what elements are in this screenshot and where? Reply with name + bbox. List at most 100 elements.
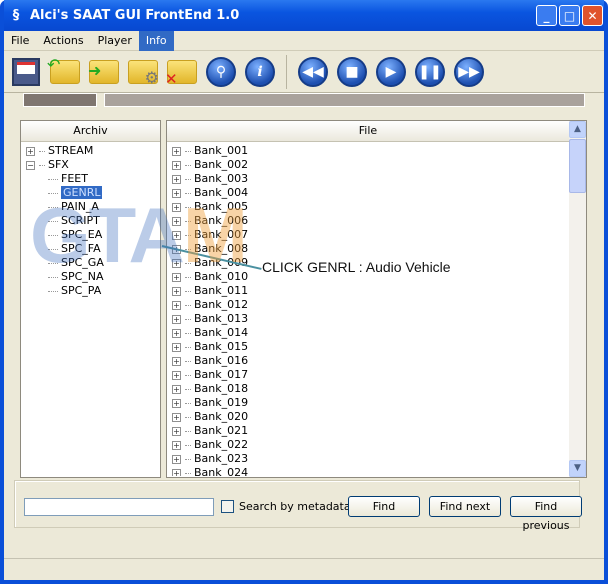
- save-button[interactable]: [9, 55, 43, 89]
- file-item[interactable]: + Bank_015: [172, 340, 586, 354]
- file-item[interactable]: + Bank_002: [172, 158, 586, 172]
- find-next-button[interactable]: Find next: [429, 496, 501, 517]
- expand-icon[interactable]: +: [172, 454, 181, 464]
- archive-item[interactable]: SPC_PA: [26, 284, 160, 298]
- file-item[interactable]: + Bank_001: [172, 144, 586, 158]
- expand-icon[interactable]: +: [172, 468, 181, 476]
- archive-item-label: SFX: [48, 158, 69, 171]
- file-item[interactable]: +Bank_008: [172, 242, 586, 256]
- file-item[interactable]: + Bank_013: [172, 312, 586, 326]
- file-item[interactable]: + Bank_004: [172, 186, 586, 200]
- archive-item-label: SCRIPT: [61, 214, 100, 227]
- archive-item[interactable]: SPC_EA: [26, 228, 160, 242]
- archive-item[interactable]: PAIN_A: [26, 200, 160, 214]
- expand-icon[interactable]: +: [26, 146, 35, 156]
- find-button[interactable]: Find: [348, 496, 420, 517]
- file-item[interactable]: + Bank_024: [172, 466, 586, 476]
- file-item[interactable]: + Bank_007: [172, 228, 586, 242]
- archive-item[interactable]: + STREAM: [26, 144, 160, 158]
- delete-button[interactable]: ✕: [165, 55, 199, 89]
- collapse-icon[interactable]: −: [26, 160, 35, 170]
- archive-item[interactable]: SCRIPT: [26, 214, 160, 228]
- file-item[interactable]: + Bank_006: [172, 214, 586, 228]
- archive-header[interactable]: Archiv: [21, 121, 160, 142]
- archive-item[interactable]: SPC_FA: [26, 242, 160, 256]
- open-button[interactable]: ↶: [47, 55, 82, 89]
- expand-icon[interactable]: +: [172, 328, 181, 338]
- expand-icon[interactable]: +: [172, 300, 181, 310]
- maximize-button[interactable]: □: [559, 5, 580, 26]
- expand-icon[interactable]: +: [172, 160, 181, 170]
- scroll-down-button[interactable]: ▼: [569, 460, 586, 477]
- expand-icon[interactable]: +: [172, 314, 181, 324]
- file-item-label: Bank_012: [194, 298, 249, 311]
- tree-line: [39, 150, 45, 152]
- file-item-label: Bank_001: [194, 144, 249, 157]
- expand-icon[interactable]: +: [172, 286, 181, 296]
- expand-icon[interactable]: +: [172, 188, 181, 198]
- close-button[interactable]: ✕: [582, 5, 603, 26]
- minimize-button[interactable]: _: [536, 5, 557, 26]
- expand-icon[interactable]: +: [172, 216, 181, 226]
- app-window: § Alci's SAAT GUI FrontEnd 1.0 _ □ ✕ Fil…: [0, 0, 608, 584]
- file-item-label: Bank_002: [194, 158, 249, 171]
- scroll-thumb[interactable]: [569, 139, 586, 193]
- rewind-button[interactable]: ◀◀: [296, 55, 330, 89]
- archive-item[interactable]: GENRL: [26, 186, 160, 200]
- menu-actions[interactable]: Actions: [36, 31, 90, 51]
- menu-info[interactable]: Info: [138, 30, 174, 51]
- file-item[interactable]: + Bank_016: [172, 354, 586, 368]
- tree-line: [48, 248, 58, 250]
- archive-item[interactable]: − SFX: [26, 158, 160, 172]
- file-scrollbar[interactable]: ▲ ▼: [569, 121, 586, 477]
- expand-icon[interactable]: +: [172, 370, 181, 380]
- fast-forward-button[interactable]: ▶▶: [452, 55, 486, 89]
- expand-icon[interactable]: +: [172, 258, 181, 268]
- file-item[interactable]: + Bank_021: [172, 424, 586, 438]
- archive-item[interactable]: FEET: [26, 172, 160, 186]
- file-item[interactable]: + Bank_023: [172, 452, 586, 466]
- archive-item[interactable]: SPC_NA: [26, 270, 160, 284]
- file-item[interactable]: + Bank_014: [172, 326, 586, 340]
- search-input[interactable]: [24, 498, 214, 516]
- expand-icon[interactable]: +: [172, 342, 181, 352]
- file-item[interactable]: + Bank_011: [172, 284, 586, 298]
- expand-icon[interactable]: +: [172, 426, 181, 436]
- scroll-up-button[interactable]: ▲: [569, 121, 586, 138]
- volume-bar[interactable]: [23, 93, 97, 107]
- playback-progress-bar[interactable]: [104, 93, 585, 107]
- menu-player[interactable]: Player: [91, 31, 139, 51]
- expand-icon[interactable]: +: [172, 384, 181, 394]
- menu-file[interactable]: File: [4, 31, 36, 51]
- settings-button[interactable]: ⚙: [126, 55, 160, 89]
- expand-icon[interactable]: +: [172, 230, 181, 240]
- file-item[interactable]: + Bank_005: [172, 200, 586, 214]
- file-header[interactable]: File: [167, 121, 569, 142]
- file-item[interactable]: + Bank_020: [172, 410, 586, 424]
- file-item[interactable]: + Bank_017: [172, 368, 586, 382]
- info-button[interactable]: i: [243, 55, 277, 89]
- tree-line: [185, 150, 191, 152]
- file-item[interactable]: + Bank_019: [172, 396, 586, 410]
- file-item[interactable]: + Bank_022: [172, 438, 586, 452]
- file-item-label: Bank_014: [194, 326, 249, 339]
- expand-icon[interactable]: +: [172, 440, 181, 450]
- expand-icon[interactable]: +: [172, 356, 181, 366]
- expand-icon[interactable]: +: [172, 412, 181, 422]
- file-item[interactable]: + Bank_018: [172, 382, 586, 396]
- expand-icon[interactable]: +: [172, 146, 181, 156]
- find-previous-button[interactable]: Find previous: [510, 496, 582, 532]
- search-button[interactable]: ⚲: [204, 55, 238, 89]
- expand-icon[interactable]: +: [172, 174, 181, 184]
- pause-button[interactable]: ❚❚: [413, 55, 447, 89]
- play-button[interactable]: ▶: [374, 55, 408, 89]
- search-metadata-checkbox[interactable]: [221, 500, 234, 513]
- expand-icon[interactable]: +: [172, 398, 181, 408]
- stop-button[interactable]: ■: [335, 55, 369, 89]
- file-item[interactable]: + Bank_003: [172, 172, 586, 186]
- archive-item[interactable]: SPC_GA: [26, 256, 160, 270]
- expand-icon[interactable]: +: [172, 202, 181, 212]
- expand-icon[interactable]: +: [172, 272, 181, 282]
- file-item[interactable]: + Bank_012: [172, 298, 586, 312]
- extract-button[interactable]: ➜: [87, 55, 121, 89]
